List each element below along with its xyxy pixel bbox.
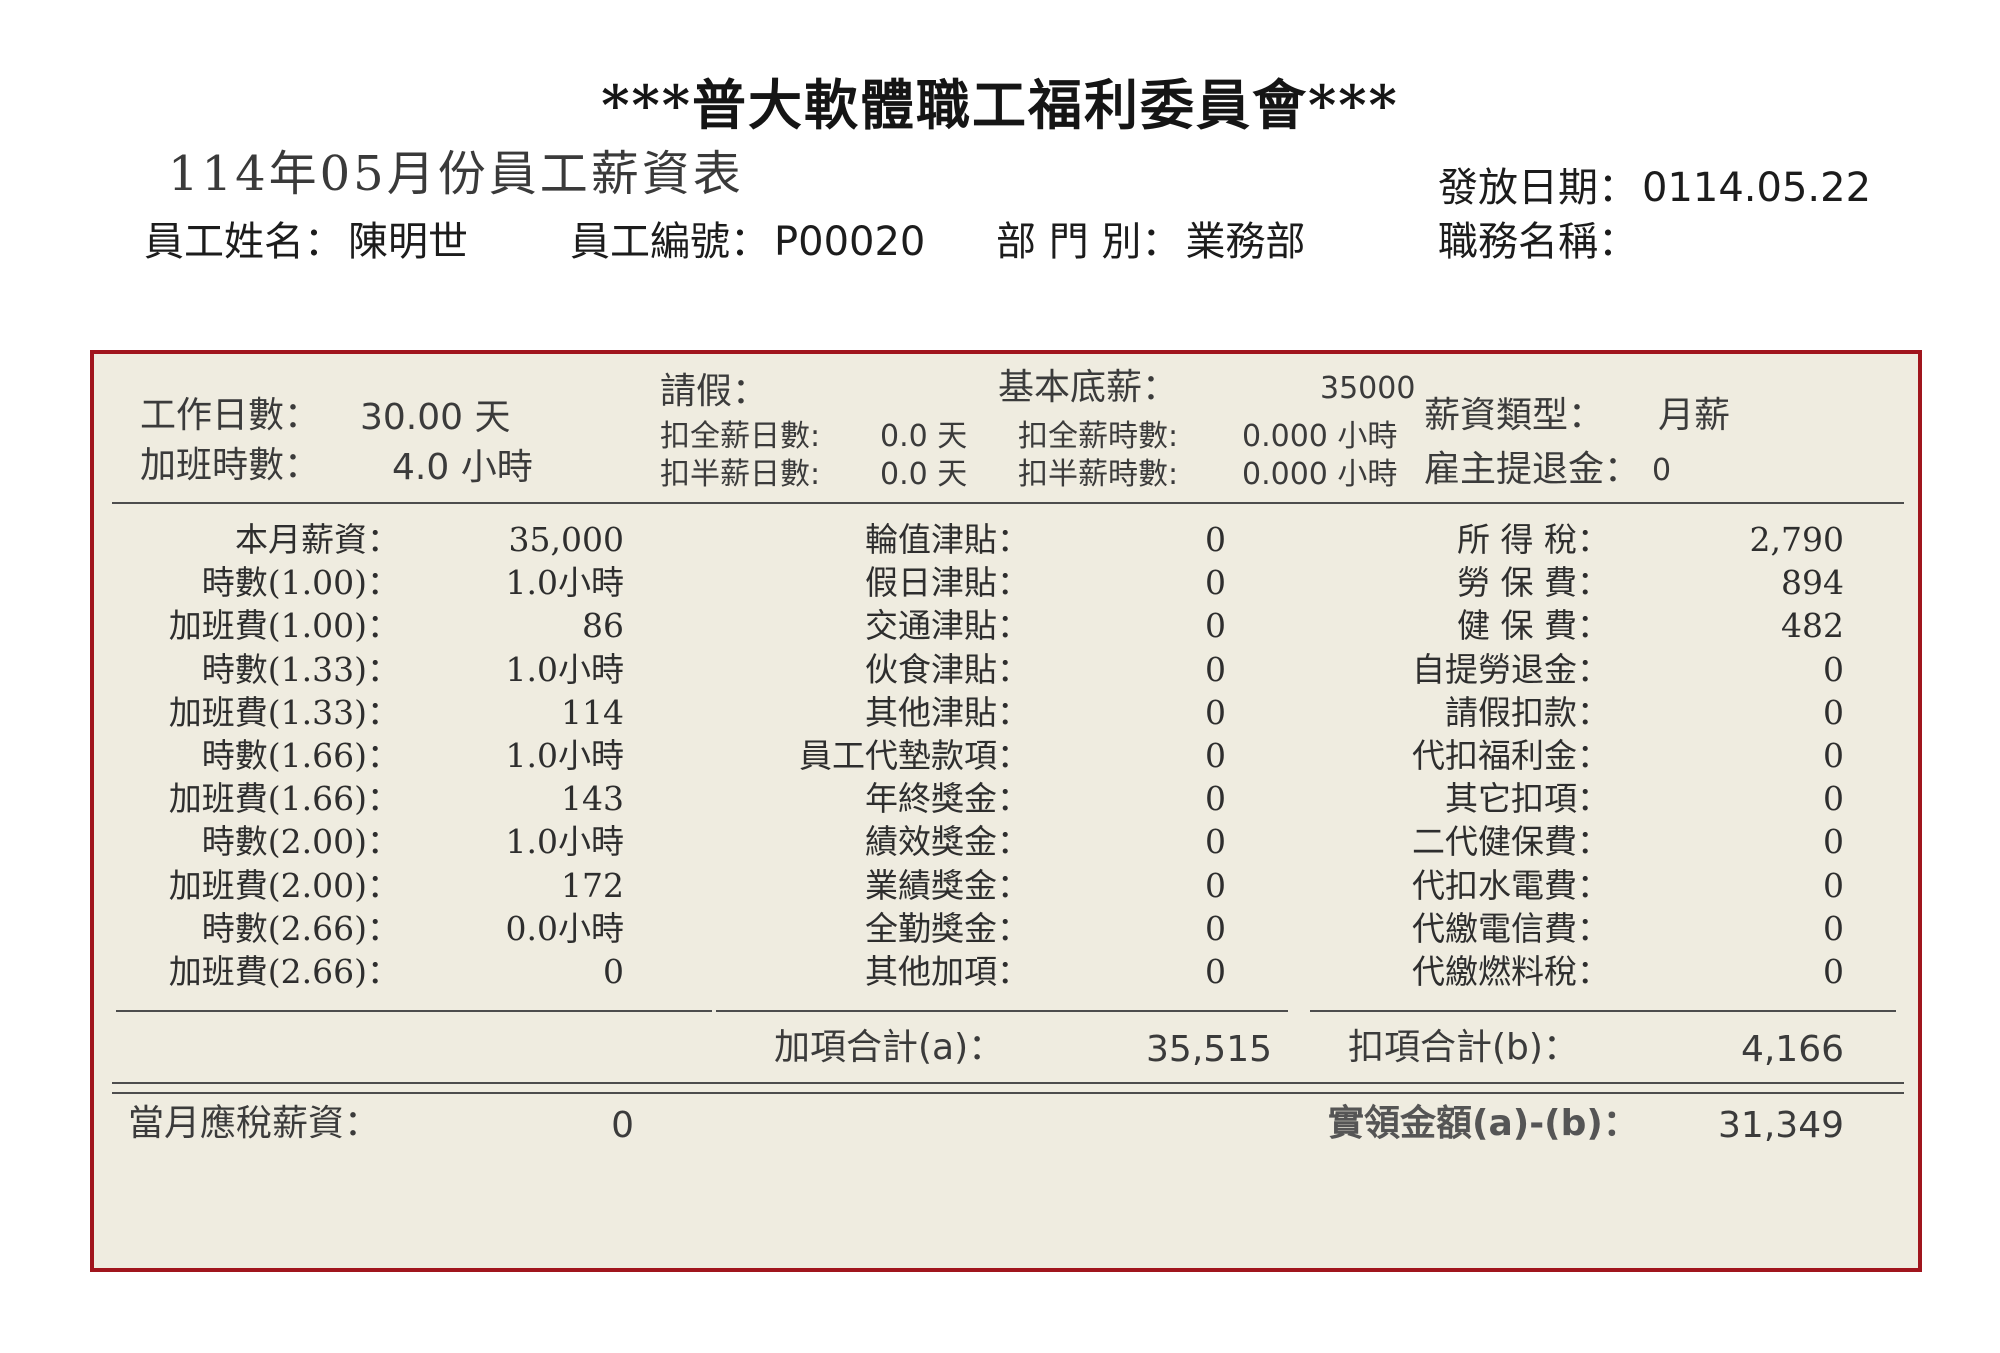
deductions-total-label: 扣項合計(b)：: [1348, 1027, 1579, 1068]
full-deduct-hours-value: 0.000 小時: [1242, 419, 1398, 454]
deduction-label: 二代健保費：: [1412, 822, 1610, 862]
deduction-row: 代扣水電費： 0: [94, 864, 1926, 907]
additions-total-value: 35,515: [1146, 1029, 1272, 1070]
deduction-row: 自提勞退金： 0: [94, 648, 1926, 691]
deduction-value: 482: [1781, 606, 1844, 646]
deduction-row: 健 保 費： 482: [94, 604, 1926, 647]
deductions-total-value: 4,166: [1740, 1029, 1844, 1070]
right-total-line: [1310, 1010, 1896, 1012]
department-label: 部 門 別：: [996, 219, 1182, 265]
deduction-label: 代扣水電費：: [1412, 865, 1610, 905]
full-deduct-days-label: 扣全薪日數:: [660, 419, 821, 454]
half-deduct-days-value: 0.0 天: [880, 457, 968, 492]
full-deduct-days-value: 0.0 天: [880, 419, 968, 454]
employee-id: 員工編號： P00020: [570, 222, 925, 262]
deduction-label: 所 得 稅：: [1457, 520, 1610, 559]
deduction-value: 0: [1823, 649, 1844, 689]
deduction-row: 其它扣項： 0: [94, 777, 1926, 820]
taxable-salary-label: 當月應稅薪資：: [128, 1103, 381, 1144]
additions-total-label: 加項合計(a)：: [774, 1027, 1005, 1068]
left-total-line: [116, 1010, 712, 1012]
employee-id-value: P00020: [774, 219, 926, 265]
half-deduct-hours-value: 0.000 小時: [1242, 457, 1398, 492]
deduction-row: 二代健保費： 0: [94, 820, 1926, 863]
deduction-value: 894: [1781, 563, 1844, 603]
payslip-panel: 工作日數： 30.00 天 加班時數： 4.0 小時 請假： 扣全薪日數: 0.…: [90, 350, 1922, 1272]
deduction-label: 其它扣項：: [1445, 779, 1610, 819]
deduction-label: 代扣福利金：: [1412, 736, 1610, 775]
employee-name-value: 陳明世: [348, 219, 468, 265]
document-title: ***普大軟體職工福利委員會***: [601, 73, 1399, 137]
totals-divider-upper: [112, 1082, 1904, 1084]
job-title-label: 職務名稱：: [1438, 219, 1638, 265]
deduction-label: 健 保 費：: [1457, 606, 1610, 646]
deduction-value: 0: [1823, 822, 1844, 862]
employer-pension-label: 雇主提退金：: [1424, 449, 1641, 490]
employee-name: 員工姓名： 陳明世: [144, 222, 468, 262]
base-salary-label: 基本底薪：: [998, 367, 1179, 408]
deduction-value: 2,790: [1749, 520, 1844, 559]
issue-date: 發放日期： 0114.05.22: [1438, 168, 1871, 208]
overtime-hours-value: 4.0 小時: [392, 447, 533, 488]
half-deduct-hours-label: 扣半薪時數:: [1018, 457, 1179, 492]
deduction-value: 0: [1823, 952, 1844, 991]
deduction-label: 勞 保 費：: [1457, 563, 1610, 603]
job-title: 職務名稱：: [1438, 222, 1642, 262]
deduction-row: 代繳燃料稅： 0: [94, 950, 1926, 993]
issue-date-value: 0114.05.22: [1642, 165, 1872, 211]
overtime-hours-label: 加班時數：: [140, 445, 321, 486]
deduction-value: 0: [1823, 779, 1844, 819]
deduction-label: 請假扣款：: [1445, 692, 1610, 732]
leave-label: 請假：: [660, 371, 769, 412]
salary-type-label: 薪資類型：: [1424, 395, 1605, 436]
deduction-label: 自提勞退金：: [1412, 649, 1610, 689]
net-pay-label: 實領金額(a)-(b)：: [1328, 1103, 1639, 1144]
deduction-value: 0: [1823, 692, 1844, 732]
work-days-label: 工作日數：: [140, 395, 321, 436]
deduction-value: 0: [1823, 865, 1844, 905]
employee-name-label: 員工姓名：: [144, 219, 344, 265]
summary-divider: [112, 502, 1904, 504]
payslip-subtitle: 114年05月份員工薪資表: [168, 146, 744, 202]
employee-id-label: 員工編號：: [570, 219, 770, 265]
deduction-value: 0: [1823, 736, 1844, 775]
deduction-label: 代繳電信費：: [1412, 908, 1610, 948]
deduction-row: 勞 保 費： 894: [94, 561, 1926, 604]
mid-total-line: [716, 1010, 1288, 1012]
net-pay-value: 31,349: [1718, 1105, 1844, 1146]
full-deduct-hours-label: 扣全薪時數:: [1018, 419, 1179, 454]
department: 部 門 別： 業務部: [996, 222, 1305, 262]
work-days-value: 30.00 天: [360, 397, 511, 438]
deduction-row: 代繳電信費： 0: [94, 907, 1926, 950]
base-salary-value: 35000: [1320, 371, 1416, 406]
half-deduct-days-label: 扣半薪日數:: [660, 457, 821, 492]
employer-pension-value: 0: [1652, 453, 1672, 488]
department-value: 業務部: [1185, 219, 1306, 265]
taxable-salary-value: 0: [611, 1105, 634, 1146]
deduction-row: 所 得 稅： 2,790: [94, 518, 1926, 561]
deduction-label: 代繳燃料稅：: [1412, 952, 1610, 991]
salary-type-value: 月薪: [1658, 395, 1731, 436]
deduction-row: 請假扣款： 0: [94, 691, 1926, 734]
issue-date-label: 發放日期：: [1438, 165, 1638, 211]
deduction-value: 0: [1823, 908, 1844, 948]
deduction-row: 代扣福利金： 0: [94, 734, 1926, 777]
totals-divider-lower: [112, 1092, 1904, 1094]
